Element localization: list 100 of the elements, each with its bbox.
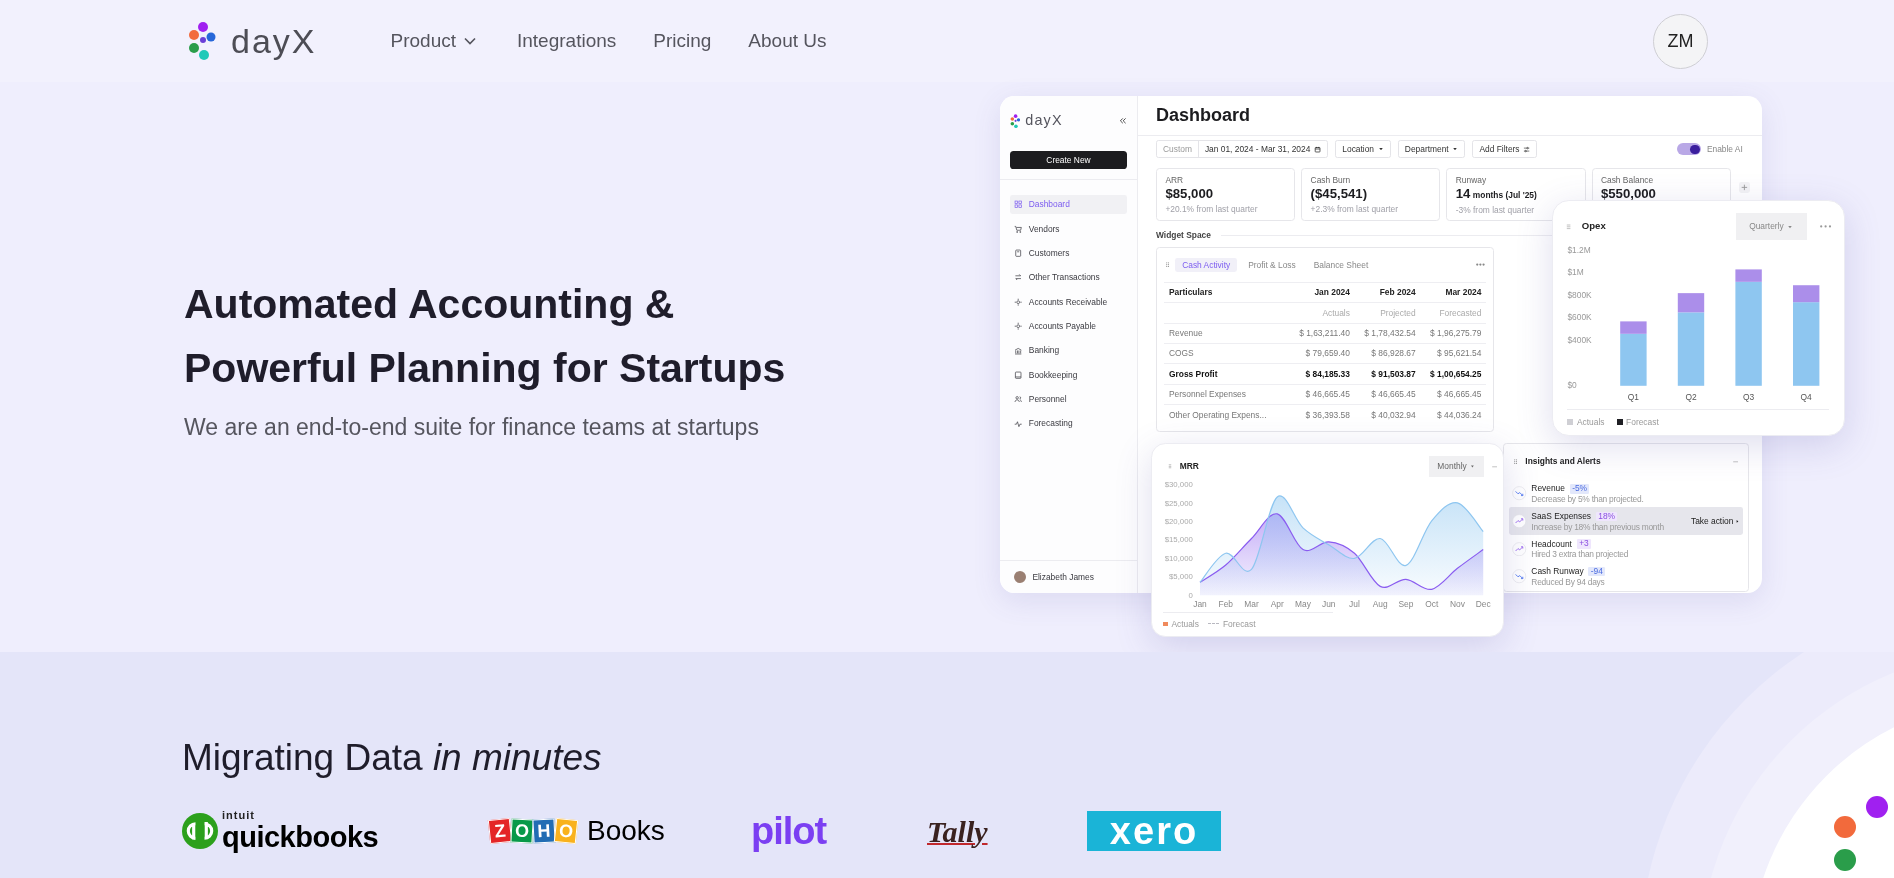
- badge: -94: [1588, 566, 1606, 577]
- table-cell-text: $ 84,185.33: [1304, 367, 1350, 381]
- axis-label: Q2: [1685, 392, 1697, 403]
- table-cell-text: $ 79,659.40: [1304, 347, 1350, 360]
- axis-label: Feb: [1218, 599, 1234, 609]
- card-title: MRR: [1179, 460, 1199, 473]
- table-cell-text: $ 46,665.45: [1304, 388, 1350, 401]
- badge: 18%: [1595, 511, 1618, 522]
- axis-label: $5,000: [1169, 572, 1193, 581]
- table-cell-text: $ 36,393.58: [1304, 408, 1350, 422]
- axis-label: Mar: [1244, 599, 1259, 609]
- axis-label: Dec: [1475, 599, 1491, 609]
- badge: +3: [1576, 539, 1592, 549]
- column-subheader: Projected: [1379, 306, 1416, 320]
- kpi-value: $85,000: [1165, 186, 1215, 204]
- kpi-label: Cash Balance: [1600, 173, 1655, 187]
- table-cell-text: COGS: [1169, 347, 1195, 360]
- axis-label: $10,000: [1164, 553, 1193, 563]
- axis-label: Jan: [1193, 599, 1207, 609]
- table-cell-text: $ 1,78,432.54: [1363, 326, 1416, 340]
- kpi-label: Cash Burn: [1310, 173, 1352, 187]
- axis-label: May: [1295, 599, 1312, 609]
- toggle-label: Enable AI: [1706, 143, 1743, 156]
- table-cell-text: Revenue: [1169, 326, 1204, 340]
- column-subheader: Forecasted: [1438, 306, 1482, 320]
- axis-label: $1M: [1567, 267, 1584, 278]
- table-cell-text: Other Operating Expens...: [1169, 408, 1268, 422]
- kpi-note: +2.3% from last quarter: [1310, 203, 1400, 216]
- axis-label: $20,000: [1164, 516, 1193, 526]
- table-cell-text: $ 1,96,275.79: [1429, 326, 1482, 340]
- brand-name: Books: [587, 814, 665, 848]
- table-cell-text: $ 1,00,654.25: [1429, 367, 1482, 381]
- axis-label: Jul: [1349, 599, 1361, 609]
- insight-title: SaaS Expenses: [1531, 510, 1592, 523]
- subtitle: We are an end-to-end suite for finance teams at startups: [184, 413, 759, 442]
- insight-detail: Decrease by 5% than projected.: [1531, 495, 1644, 505]
- axis-label: $15,000: [1164, 535, 1193, 545]
- logo-letter: H: [532, 818, 556, 844]
- axis-label: $1.2M: [1567, 245, 1591, 255]
- brand-name: xero: [1087, 811, 1221, 851]
- axis-label: Q1: [1627, 392, 1639, 403]
- logo-letter: O: [510, 818, 534, 844]
- table-cell-text: $ 86,928.67: [1370, 347, 1416, 360]
- badge: -5%: [1569, 483, 1590, 494]
- section-heading: Migrating Data in minutes: [182, 736, 603, 780]
- brand-name: Tally: [927, 813, 988, 850]
- axis-label: $0: [1567, 380, 1577, 391]
- axis-label: $30,000: [1164, 480, 1193, 489]
- insight-detail: Hired 3 extra than projected: [1531, 550, 1629, 560]
- legend-label: Actuals: [1171, 617, 1199, 631]
- insight-detail: Increase by 18% than previous month: [1531, 522, 1664, 533]
- insight-title: Revenue: [1531, 482, 1565, 496]
- logo-letter: Z: [487, 817, 513, 845]
- kpi-note: +20.1% from last quarter: [1165, 203, 1259, 216]
- axis-label: Q3: [1743, 392, 1755, 403]
- axis-label: $600K: [1567, 312, 1592, 323]
- column-subheader: Actuals: [1321, 306, 1350, 320]
- card-title: Insights and Alerts: [1525, 455, 1601, 469]
- axis-label: $800K: [1567, 290, 1592, 301]
- kpi-value: $550,000: [1600, 186, 1657, 204]
- column-header: Feb 2024: [1378, 286, 1416, 299]
- insight-detail: Reduced By 94 days: [1531, 577, 1606, 588]
- logo-letter: O: [553, 817, 579, 845]
- page-title: Dashboard: [1156, 103, 1251, 127]
- table-cell-text: $ 46,665.45: [1370, 388, 1416, 401]
- section-label: Widget Space: [1156, 228, 1211, 242]
- table-cell-text: $ 1,63,211.40: [1298, 326, 1350, 340]
- axis-label: $400K: [1567, 335, 1592, 346]
- axis-label: Sep: [1398, 599, 1414, 609]
- table-cell-text: $ 95,621.54: [1436, 347, 1482, 360]
- legend-label: Actuals: [1577, 416, 1605, 429]
- column-header: Jan 2024: [1313, 286, 1350, 299]
- kpi-value: 14 months (Jul '25): [1455, 186, 1538, 204]
- table-cell-text: $ 40,032.94: [1370, 408, 1416, 422]
- insight-title: Headcount: [1531, 537, 1572, 550]
- table-cell-text: $ 91,503.87: [1370, 367, 1416, 381]
- kpi-label: ARR: [1165, 173, 1185, 187]
- brand-name: pilot: [751, 809, 827, 853]
- card-title: Opex: [1581, 219, 1606, 234]
- axis-label: Oct: [1425, 599, 1439, 609]
- table-cell-text: Gross Profit: [1169, 367, 1219, 381]
- table-cell-text: $ 44,036.24: [1436, 408, 1482, 422]
- insight-title: Cash Runway: [1531, 565, 1584, 578]
- kpi-label: Runway: [1455, 173, 1488, 187]
- brand-label: intuit: [222, 809, 256, 821]
- column-header: Particulars: [1169, 286, 1214, 299]
- kpi-value: ($45,541): [1310, 186, 1369, 204]
- user-name: Elizabeth James: [1032, 570, 1094, 584]
- axis-label: Jun: [1322, 599, 1336, 609]
- axis-label: Aug: [1372, 599, 1388, 609]
- legend-label: Forecast: [1626, 416, 1659, 429]
- table-cell-text: Personnel Expenses: [1169, 388, 1247, 401]
- axis-label: $25,000: [1164, 498, 1193, 508]
- axis-label: Apr: [1270, 599, 1284, 609]
- column-header: Mar 2024: [1444, 286, 1482, 299]
- brand-name: quickbooks: [222, 821, 379, 853]
- axis-label: Nov: [1450, 599, 1466, 609]
- table-cell-text: $ 46,665.45: [1436, 388, 1482, 401]
- axis-label: Q4: [1800, 392, 1812, 403]
- kpi-note: -3% from last quarter: [1455, 204, 1536, 217]
